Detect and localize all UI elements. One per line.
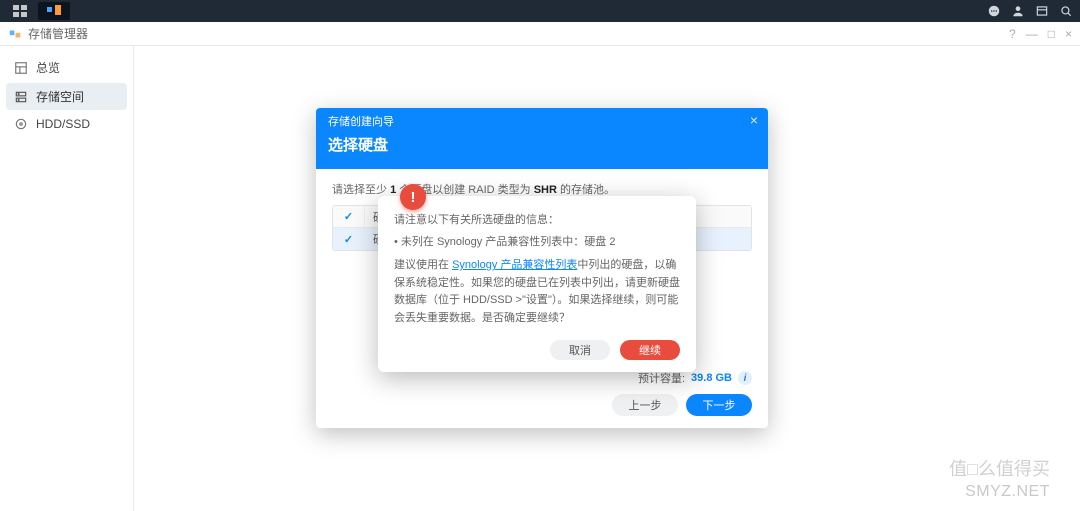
warning-message: 请注意以下有关所选硬盘的信息： • 未列在 Synology 产品兼容性列表中：… (394, 212, 680, 328)
cancel-button[interactable]: 取消 (550, 340, 610, 360)
title-bar: 存储管理器 ? — □ × (0, 22, 1080, 46)
app-icon (8, 27, 22, 41)
watermark: 值□么值得买 (949, 455, 1050, 481)
taskbar-app-storage[interactable] (38, 2, 70, 20)
warning-icon: ! (400, 184, 426, 210)
sidebar-item-hddssd[interactable]: HDD/SSD (6, 112, 127, 136)
taskbar-app-launcher[interactable] (4, 2, 36, 20)
sidebar-item-overview[interactable]: 总览 (6, 54, 127, 81)
panel-icon[interactable] (1032, 3, 1052, 19)
system-taskbar (0, 0, 1080, 22)
search-icon[interactable] (1056, 3, 1076, 19)
est-value: 39.8 GB (691, 372, 732, 384)
sidebar-item-label: 总览 (36, 59, 60, 76)
prev-button[interactable]: 上一步 (612, 394, 678, 416)
minimize-button[interactable]: — (1026, 28, 1038, 40)
dashboard-icon (14, 61, 28, 75)
maximize-button[interactable]: □ (1048, 28, 1055, 40)
continue-button[interactable]: 继续 (620, 340, 680, 360)
wizard-instruction: 请选择至少 1 个硬盘以创建 RAID 类型为 SHR 的存储池。 (332, 181, 752, 197)
estimated-capacity: 预计容量: 39.8 GB i (332, 370, 752, 386)
info-icon[interactable]: i (738, 371, 752, 385)
help-button[interactable]: ? (1009, 28, 1016, 40)
warning-dialog: ! 请注意以下有关所选硬盘的信息： • 未列在 Synology 产品兼容性列表… (378, 196, 696, 372)
row-checkbox[interactable]: ✓ (333, 228, 365, 250)
select-all-checkbox[interactable]: ✓ (333, 206, 365, 227)
sidebar-item-label: 存储空间 (36, 88, 84, 105)
watermark: SMYZ.NET (965, 483, 1050, 501)
hdd-icon (14, 117, 28, 131)
wizard-header: 存储创建向导 × (316, 108, 768, 134)
wizard-step-title: 选择硬盘 (316, 134, 768, 169)
user-icon[interactable] (1008, 3, 1028, 19)
est-label: 预计容量: (638, 370, 685, 386)
sidebar: 总览 存储空间 HDD/SSD (0, 46, 134, 511)
sidebar-item-storage[interactable]: 存储空间 (6, 83, 127, 110)
wizard-title: 存储创建向导 (328, 113, 394, 129)
close-icon[interactable]: × (750, 112, 758, 128)
app-title: 存储管理器 (28, 25, 88, 42)
close-button[interactable]: × (1065, 28, 1072, 40)
storage-icon (14, 90, 28, 104)
sidebar-item-label: HDD/SSD (36, 117, 90, 131)
compatibility-link[interactable]: Synology 产品兼容性列表 (452, 259, 577, 271)
chat-icon[interactable] (984, 3, 1004, 19)
next-button[interactable]: 下一步 (686, 394, 752, 416)
